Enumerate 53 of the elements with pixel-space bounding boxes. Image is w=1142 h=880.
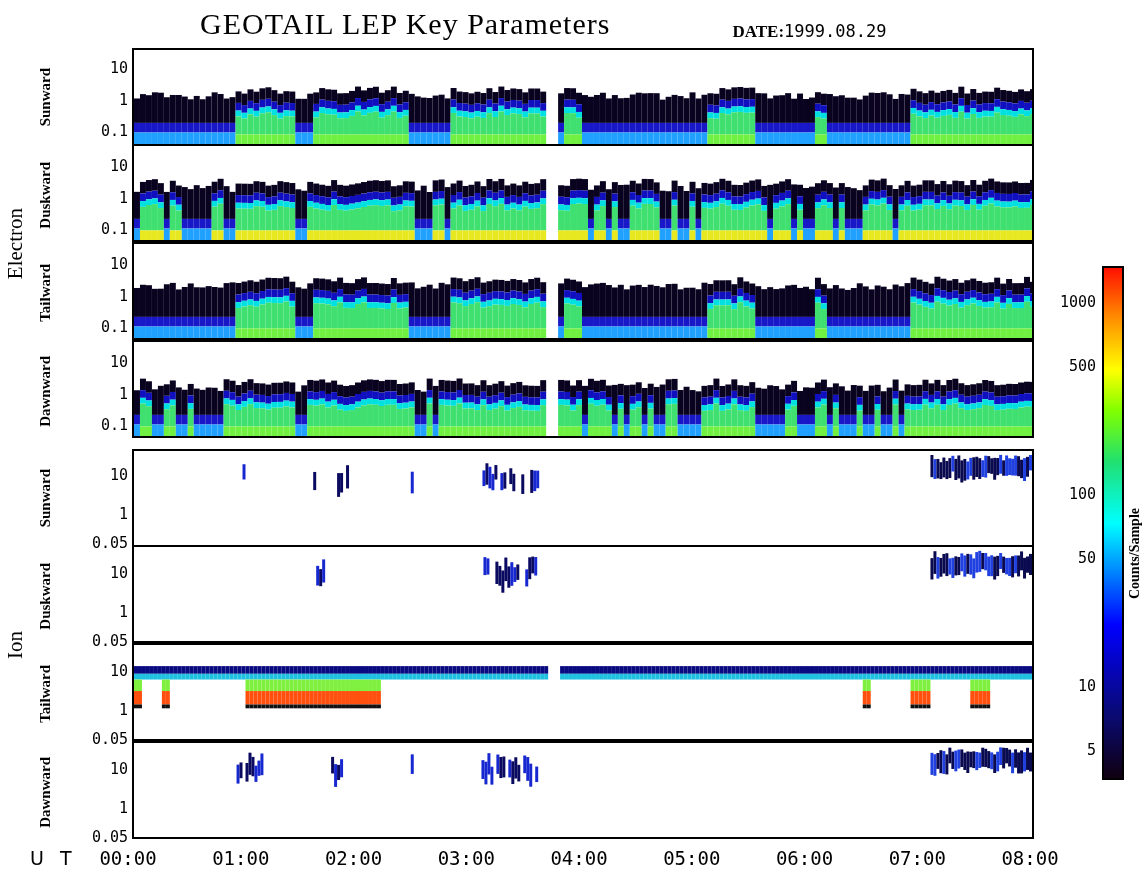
axis-tick-label: 0.1 bbox=[100, 417, 128, 433]
axis-tick-label: 07:00 bbox=[887, 847, 947, 869]
axis-tick-label: 10 bbox=[109, 467, 128, 483]
axis-tick-label: 10 bbox=[109, 565, 128, 581]
colorbar-tick-label: 1000 bbox=[1059, 294, 1096, 310]
axis-tick-label: 02:00 bbox=[323, 847, 384, 869]
panel-label: Sunward bbox=[36, 67, 54, 127]
axis-tick-label: 04:00 bbox=[549, 847, 609, 869]
axis-tick-label: 01:00 bbox=[211, 847, 271, 869]
panel-label: Dawnward bbox=[36, 756, 54, 828]
axis-tick-label: 03:00 bbox=[436, 847, 496, 869]
axis-tick-label: 0.05 bbox=[91, 633, 128, 649]
colorbar-tick-label: 100 bbox=[1068, 486, 1096, 502]
axis-tick-label: 10 bbox=[109, 761, 128, 777]
axis-tick-label: 0.1 bbox=[100, 319, 128, 335]
panel-label: Tailward bbox=[36, 264, 54, 322]
axis-tick-label: 1 bbox=[118, 800, 128, 816]
axis-tick-label: 10 bbox=[109, 158, 128, 174]
axis-tick-label: 1 bbox=[118, 702, 128, 718]
axis-label: U T bbox=[30, 847, 73, 869]
axis-tick-label: 10 bbox=[109, 60, 128, 76]
axis-tick-label: 06:00 bbox=[774, 847, 835, 869]
axis-tick-label: 05:00 bbox=[662, 847, 722, 869]
axis-tick-label: 1 bbox=[118, 386, 128, 402]
axis-tick-label: 1 bbox=[118, 604, 128, 620]
axis-tick-label: 08:00 bbox=[1000, 847, 1060, 869]
axis-tick-label: 1 bbox=[118, 190, 128, 206]
chart-title: GEOTAIL LEP Key Parameters bbox=[200, 6, 611, 42]
axis-tick-label: 0.05 bbox=[91, 829, 128, 845]
panel-label: Duskward bbox=[36, 562, 54, 630]
colorbar-tick-label: 5 bbox=[1086, 742, 1096, 758]
group-label: Ion bbox=[2, 631, 28, 659]
panel-label: Dawnward bbox=[36, 355, 54, 427]
axis-tick-label: 0.05 bbox=[91, 535, 128, 551]
axis-tick-label: 00:00 bbox=[98, 847, 158, 869]
colorbar-tick-label: 50 bbox=[1077, 550, 1096, 566]
axis-tick-label: 10 bbox=[109, 354, 128, 370]
axis-tick-label: 0.05 bbox=[91, 731, 128, 747]
axis-tick-label: 0.1 bbox=[100, 123, 128, 139]
colorbar-title: Counts/Sample bbox=[1127, 508, 1142, 599]
date-label: DATE:1999.08.29 bbox=[732, 21, 887, 43]
axis-tick-label: 1 bbox=[118, 506, 128, 522]
panel-label: Sunward bbox=[36, 468, 54, 528]
panel-label: Tailward bbox=[36, 665, 54, 723]
axis-tick-label: 10 bbox=[109, 256, 128, 272]
panel-label: Duskward bbox=[36, 161, 54, 229]
axis-tick-label: 1 bbox=[118, 288, 128, 304]
group-label: Electron bbox=[2, 208, 28, 280]
axis-tick-label: 0.1 bbox=[100, 221, 128, 237]
axis-tick-label: 1 bbox=[118, 92, 128, 108]
colorbar-tick-label: 500 bbox=[1068, 358, 1096, 374]
axis-tick-label: 10 bbox=[109, 663, 128, 679]
colorbar-tick-label: 10 bbox=[1077, 678, 1096, 694]
